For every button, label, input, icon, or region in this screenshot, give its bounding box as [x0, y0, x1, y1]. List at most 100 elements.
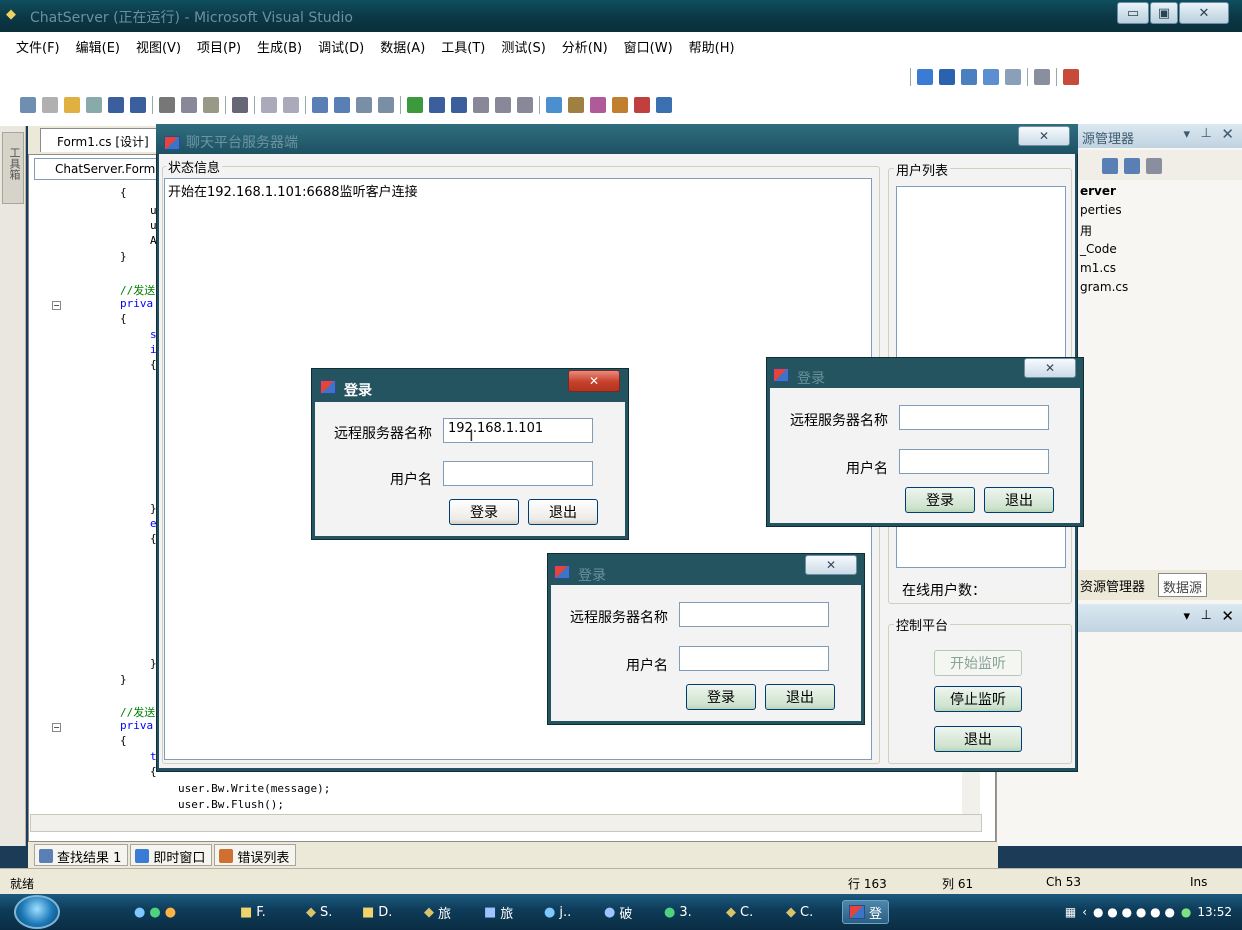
clock[interactable]: 13:52 [1197, 905, 1232, 919]
references-node[interactable]: 用 [1080, 222, 1092, 239]
navigate-back-icon[interactable] [356, 97, 372, 113]
login-button[interactable]: 登录 [686, 684, 756, 710]
login-exit-button[interactable]: 退出 [528, 499, 598, 525]
object-browser-icon[interactable] [590, 97, 606, 113]
server-name-input[interactable] [679, 602, 829, 627]
username-input[interactable] [899, 449, 1049, 474]
security-icon[interactable]: ● [1181, 905, 1191, 919]
menu-debug[interactable]: 调试(D) [310, 37, 372, 56]
tab-form1-design[interactable]: Form1.cs [设计] [40, 128, 158, 152]
taskbar-item[interactable]: ■ 旅 [484, 900, 513, 924]
solution-explorer-icon[interactable] [546, 97, 562, 113]
server-name-input[interactable]: 192.168.1.101 [443, 418, 593, 443]
close-icon[interactable]: ✕ [1221, 607, 1234, 625]
navigate-forward-icon[interactable] [378, 97, 394, 113]
pause-icon[interactable] [429, 97, 445, 113]
menu-window[interactable]: 窗口(W) [616, 37, 681, 56]
redo-icon[interactable] [334, 97, 350, 113]
properties-icon[interactable] [1102, 158, 1118, 174]
login-exit-button[interactable]: 退出 [765, 684, 835, 710]
keyboard-icon[interactable]: ▦ [1065, 905, 1076, 919]
save-icon[interactable] [108, 97, 124, 113]
taskbar-item[interactable]: ■ D. [362, 900, 392, 924]
tab-error-list[interactable]: 错误列表 [214, 844, 297, 866]
toolbox-tab[interactable]: 工具箱 [2, 132, 24, 204]
stop-listen-button[interactable]: 停止监听 [934, 686, 1022, 712]
start-debug-icon[interactable] [407, 97, 423, 113]
type-navigation-combo[interactable]: ChatServer.Form1 [34, 158, 160, 180]
find-icon[interactable] [232, 97, 248, 113]
menu-data[interactable]: 数据(A) [372, 37, 433, 56]
menu-build[interactable]: 生成(B) [249, 37, 310, 56]
server-name-input[interactable] [899, 405, 1049, 430]
taskbar-item-active[interactable]: 登 [842, 900, 890, 924]
cut-icon[interactable] [159, 97, 175, 113]
stop-icon[interactable] [451, 97, 467, 113]
server-exit-button[interactable]: 退出 [934, 726, 1022, 752]
menu-file[interactable]: 文件(F) [8, 37, 68, 56]
server-close-button[interactable]: ✕ [1018, 126, 1070, 146]
maximize-button[interactable]: ▣ [1150, 2, 1178, 24]
start-page-icon[interactable] [634, 97, 650, 113]
window-icon[interactable] [983, 69, 999, 85]
undo-icon[interactable] [312, 97, 328, 113]
indent-icon[interactable] [261, 97, 277, 113]
menu-tools[interactable]: 工具(T) [433, 37, 493, 56]
taskbar-item[interactable]: ● 破 [604, 900, 632, 924]
show-all-icon[interactable] [1124, 158, 1140, 174]
close-icon[interactable]: ✕ [1221, 125, 1234, 143]
properties-icon[interactable] [568, 97, 584, 113]
taskbar-item[interactable]: ◆ 旅 [424, 900, 451, 924]
class-diagram-icon[interactable] [1146, 158, 1162, 174]
menu-analyze[interactable]: 分析(N) [554, 37, 616, 56]
tab-solution-explorer[interactable]: 资源管理器 [1080, 576, 1145, 595]
pin-icon[interactable]: ⊥ [1201, 608, 1212, 623]
add-item-icon[interactable] [42, 97, 58, 113]
step-into-icon[interactable] [473, 97, 489, 113]
login-button[interactable]: 登录 [905, 487, 975, 513]
toolbox-icon[interactable] [612, 97, 628, 113]
chevron-left-icon[interactable]: ‹ [1082, 905, 1087, 919]
collapse-toggle-icon[interactable]: − [52, 301, 61, 310]
menu-view[interactable]: 视图(V) [128, 37, 189, 56]
form1-node[interactable]: m1.cs [1080, 261, 1116, 275]
ie-icon[interactable]: ● [134, 905, 145, 920]
command-window-icon[interactable] [656, 97, 672, 113]
options-icon[interactable] [1063, 69, 1079, 85]
menu-test[interactable]: 测试(S) [493, 37, 553, 56]
menu-help[interactable]: 帮助(H) [681, 37, 743, 56]
login-close-button[interactable]: ✕ [805, 555, 857, 575]
step-out-icon[interactable] [517, 97, 533, 113]
login-button[interactable]: 登录 [449, 499, 519, 525]
taskbar-item[interactable]: ◆ C. [726, 900, 753, 924]
close-button[interactable]: ✕ [1179, 2, 1229, 24]
pin-icon[interactable]: ⊥ [1201, 126, 1212, 141]
minimize-button[interactable]: ▭ [1117, 2, 1149, 24]
browser-icon[interactable]: ● [149, 905, 160, 920]
connect-icon[interactable] [1005, 69, 1021, 85]
tab-immediate-window[interactable]: 即时窗口 [130, 844, 213, 866]
taskbar-item[interactable]: ◆ C. [786, 900, 813, 924]
tab-find-results[interactable]: 查找结果 1 [34, 844, 129, 866]
menu-edit[interactable]: 编辑(E) [68, 37, 128, 56]
code-node[interactable]: _Code [1080, 242, 1117, 256]
login-close-button[interactable]: ✕ [1024, 358, 1076, 378]
paste-icon[interactable] [203, 97, 219, 113]
app-icon[interactable]: ● [165, 905, 176, 920]
collapse-toggle-icon[interactable]: − [52, 723, 61, 732]
menu-project[interactable]: 项目(P) [189, 37, 249, 56]
tray-icons[interactable]: ● ● ● ● ● ● [1093, 905, 1175, 919]
tab-data-sources[interactable]: 数据源 [1158, 573, 1208, 597]
editor-horizontal-scrollbar[interactable] [30, 814, 982, 832]
step-icon[interactable] [917, 69, 933, 85]
username-input[interactable] [443, 461, 593, 486]
dropdown-arrow-icon[interactable]: ▾ [1183, 609, 1190, 624]
add-icon[interactable] [86, 97, 102, 113]
save-all-icon[interactable] [130, 97, 146, 113]
tools-icon[interactable] [1034, 69, 1050, 85]
taskbar-item[interactable]: ● j.. [544, 900, 571, 924]
properties-node[interactable]: perties [1080, 203, 1122, 217]
start-button[interactable] [14, 895, 60, 929]
project-node[interactable]: erver [1080, 184, 1116, 198]
taskbar-item[interactable]: ■ F. [240, 900, 266, 924]
